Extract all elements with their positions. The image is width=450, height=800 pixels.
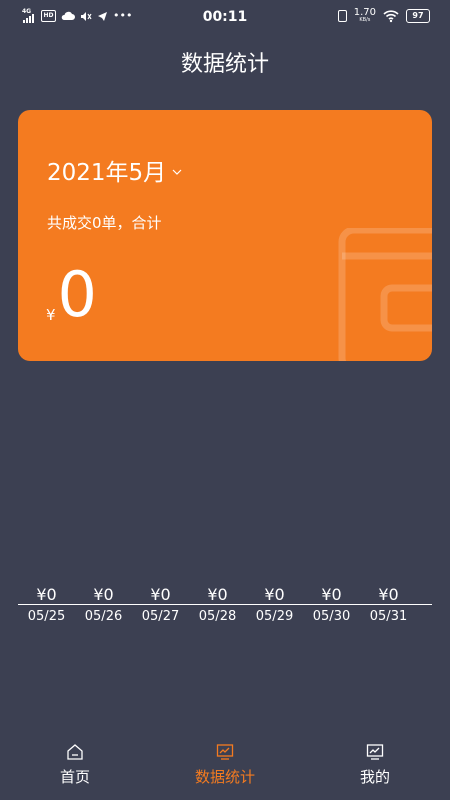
wallet-icon	[338, 228, 432, 361]
day-amount: ¥0	[150, 585, 171, 604]
total-value: 0	[57, 258, 97, 331]
tab-label: 首页	[59, 768, 90, 786]
day-label: 05/27	[141, 609, 180, 624]
tab-label: 我的	[359, 768, 390, 786]
chart-icon	[366, 744, 384, 760]
wifi-icon	[383, 9, 399, 22]
tab-label: 数据统计	[194, 768, 255, 786]
day-amount: ¥0	[207, 585, 228, 604]
total-amount: ¥ 0	[46, 260, 97, 330]
battery-indicator: 97	[406, 8, 430, 23]
home-icon	[67, 744, 83, 760]
network-speed: 1.70 KB/s	[353, 7, 376, 23]
month-label: 2021年5月	[47, 160, 167, 186]
day-amount: ¥0	[36, 585, 57, 604]
day-amount: ¥0	[321, 585, 342, 604]
day-label: 05/25	[27, 609, 66, 624]
tab-mine[interactable]: 我的	[300, 738, 450, 800]
currency-symbol: ¥	[46, 306, 56, 324]
tab-home[interactable]: 首页	[0, 738, 150, 800]
bottom-tab-bar: 首页 数据统计 我的	[0, 738, 450, 800]
day-amount: ¥0	[93, 585, 114, 604]
tab-statistics[interactable]: 数据统计	[150, 738, 300, 800]
daily-dates: 05/25 05/26 05/27 05/28 05/29 05/30 05/3…	[18, 605, 432, 629]
chevron-down-icon	[172, 169, 182, 175]
order-summary: 共成交0单，合计	[47, 214, 162, 232]
month-selector[interactable]: 2021年5月	[47, 153, 182, 187]
day-label: 05/26	[84, 609, 123, 624]
page-title: 数据统计	[180, 52, 269, 77]
day-label: 05/31	[369, 609, 408, 624]
monitor-chart-icon	[216, 744, 234, 760]
day-label: 05/30	[312, 609, 351, 624]
vibrate-icon	[337, 9, 347, 22]
daily-stats: ¥0 ¥0 ¥0 ¥0 ¥0 ¥0 ¥0 05/25 05/26 05/27 0…	[18, 585, 432, 629]
day-amount: ¥0	[378, 585, 399, 604]
summary-card: 2021年5月 共成交0单，合计 ¥ 0	[18, 110, 432, 361]
daily-amounts: ¥0 ¥0 ¥0 ¥0 ¥0 ¥0 ¥0	[18, 585, 432, 604]
status-bar: 4G HD ••• 00:11 1.70 KB/s 97	[0, 0, 450, 34]
day-label: 05/29	[255, 609, 294, 624]
day-amount: ¥0	[264, 585, 285, 604]
day-label: 05/28	[198, 609, 237, 624]
